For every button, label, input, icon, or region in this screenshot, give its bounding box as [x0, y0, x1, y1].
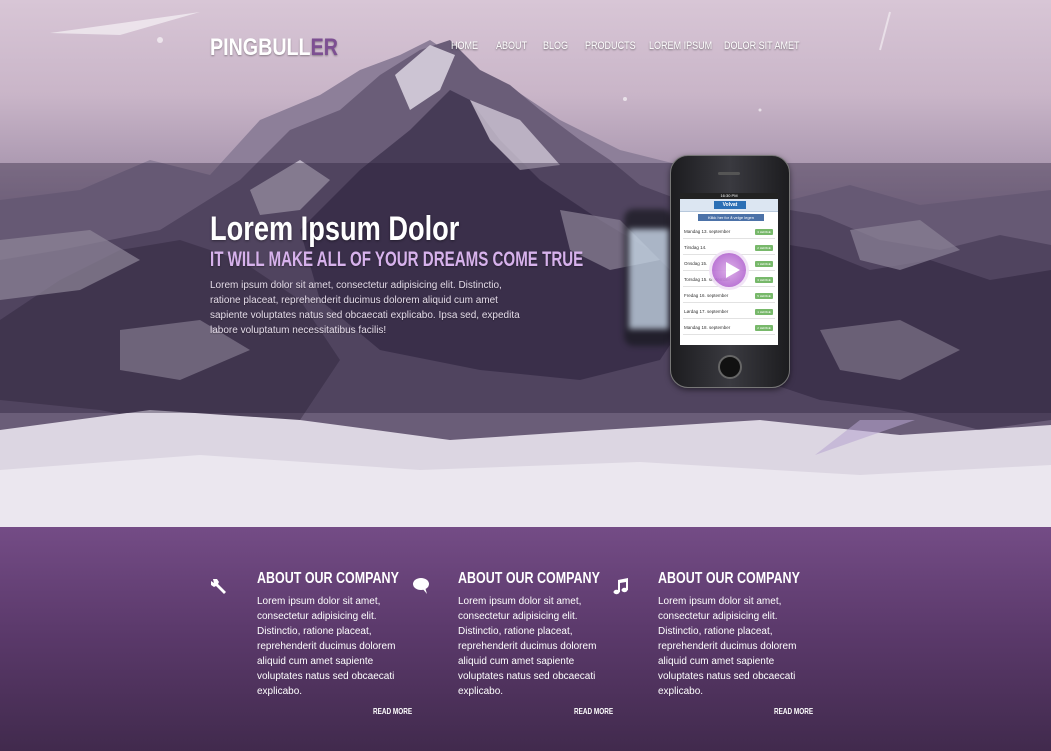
phone-earpiece — [718, 172, 740, 175]
hero-description: Lorem ipsum dolor sit amet, consectetur … — [210, 280, 520, 336]
feature-title: ABOUT OUR COMPANY — [658, 570, 800, 587]
phone-list-item: Lørdag 17. september 1 LEDIGE — [683, 306, 775, 319]
hero-subtitle: IT WILL MAKE ALL OF YOUR DREAMS COME TRU… — [210, 248, 584, 271]
hero-section: PINGBULLER HOME ABOUT BLOG PRODUCTS LORE… — [0, 0, 1051, 527]
phone-select-doctor-button: Klikk her for å velge legen — [698, 214, 764, 221]
features-section: ABOUT OUR COMPANY Lorem ipsum dolor sit … — [0, 527, 1051, 751]
nav-item-home[interactable]: HOME — [451, 40, 478, 52]
nav-item-lorem-ipsum[interactable]: LOREM IPSUM — [649, 40, 712, 52]
phone-mockup-background — [624, 209, 672, 346]
feature-card: ABOUT OUR COMPANY Lorem ipsum dolor sit … — [613, 570, 848, 716]
read-more-link[interactable]: READ MORE — [373, 707, 412, 716]
feature-title: ABOUT OUR COMPANY — [257, 570, 399, 587]
phone-list-item: Fredag 16. september 5 LEDIGE — [683, 290, 775, 303]
hero-title: Lorem Ipsum Dolor — [210, 210, 460, 248]
nav-item-blog[interactable]: BLOG — [543, 40, 568, 52]
site-logo[interactable]: PINGBULLER — [210, 34, 338, 62]
read-more-link[interactable]: READ MORE — [774, 707, 813, 716]
play-icon[interactable] — [709, 250, 749, 290]
phone-home-button — [718, 355, 742, 379]
phone-app-brand: Volvat — [714, 201, 746, 209]
logo-text-accent: ER — [310, 34, 338, 61]
nav-item-dolor-sit-amet[interactable]: DOLOR SIT AMET — [724, 40, 800, 52]
wrench-icon — [211, 579, 226, 594]
feature-text: Lorem ipsum dolor sit amet, consectetur … — [458, 596, 597, 697]
music-note-icon — [613, 578, 628, 595]
read-more-link[interactable]: READ MORE — [574, 707, 613, 716]
phone-list-item: Mandag 18. september 2 LEDIGE — [683, 322, 775, 335]
nav-item-about[interactable]: ABOUT — [496, 40, 527, 52]
nav-item-products[interactable]: PRODUCTS — [585, 40, 636, 52]
feature-text: Lorem ipsum dolor sit amet, consectetur … — [257, 596, 396, 697]
feature-text: Lorem ipsum dolor sit amet, consectetur … — [658, 596, 797, 697]
phone-app-bar: Volvat — [680, 199, 778, 212]
feature-title: ABOUT OUR COMPANY — [458, 570, 600, 587]
speech-bubble-icon — [413, 578, 429, 594]
logo-text-main: PINGBULL — [210, 34, 311, 61]
phone-list-item: Mandag 13. september 3 LEDIGE — [683, 226, 775, 239]
